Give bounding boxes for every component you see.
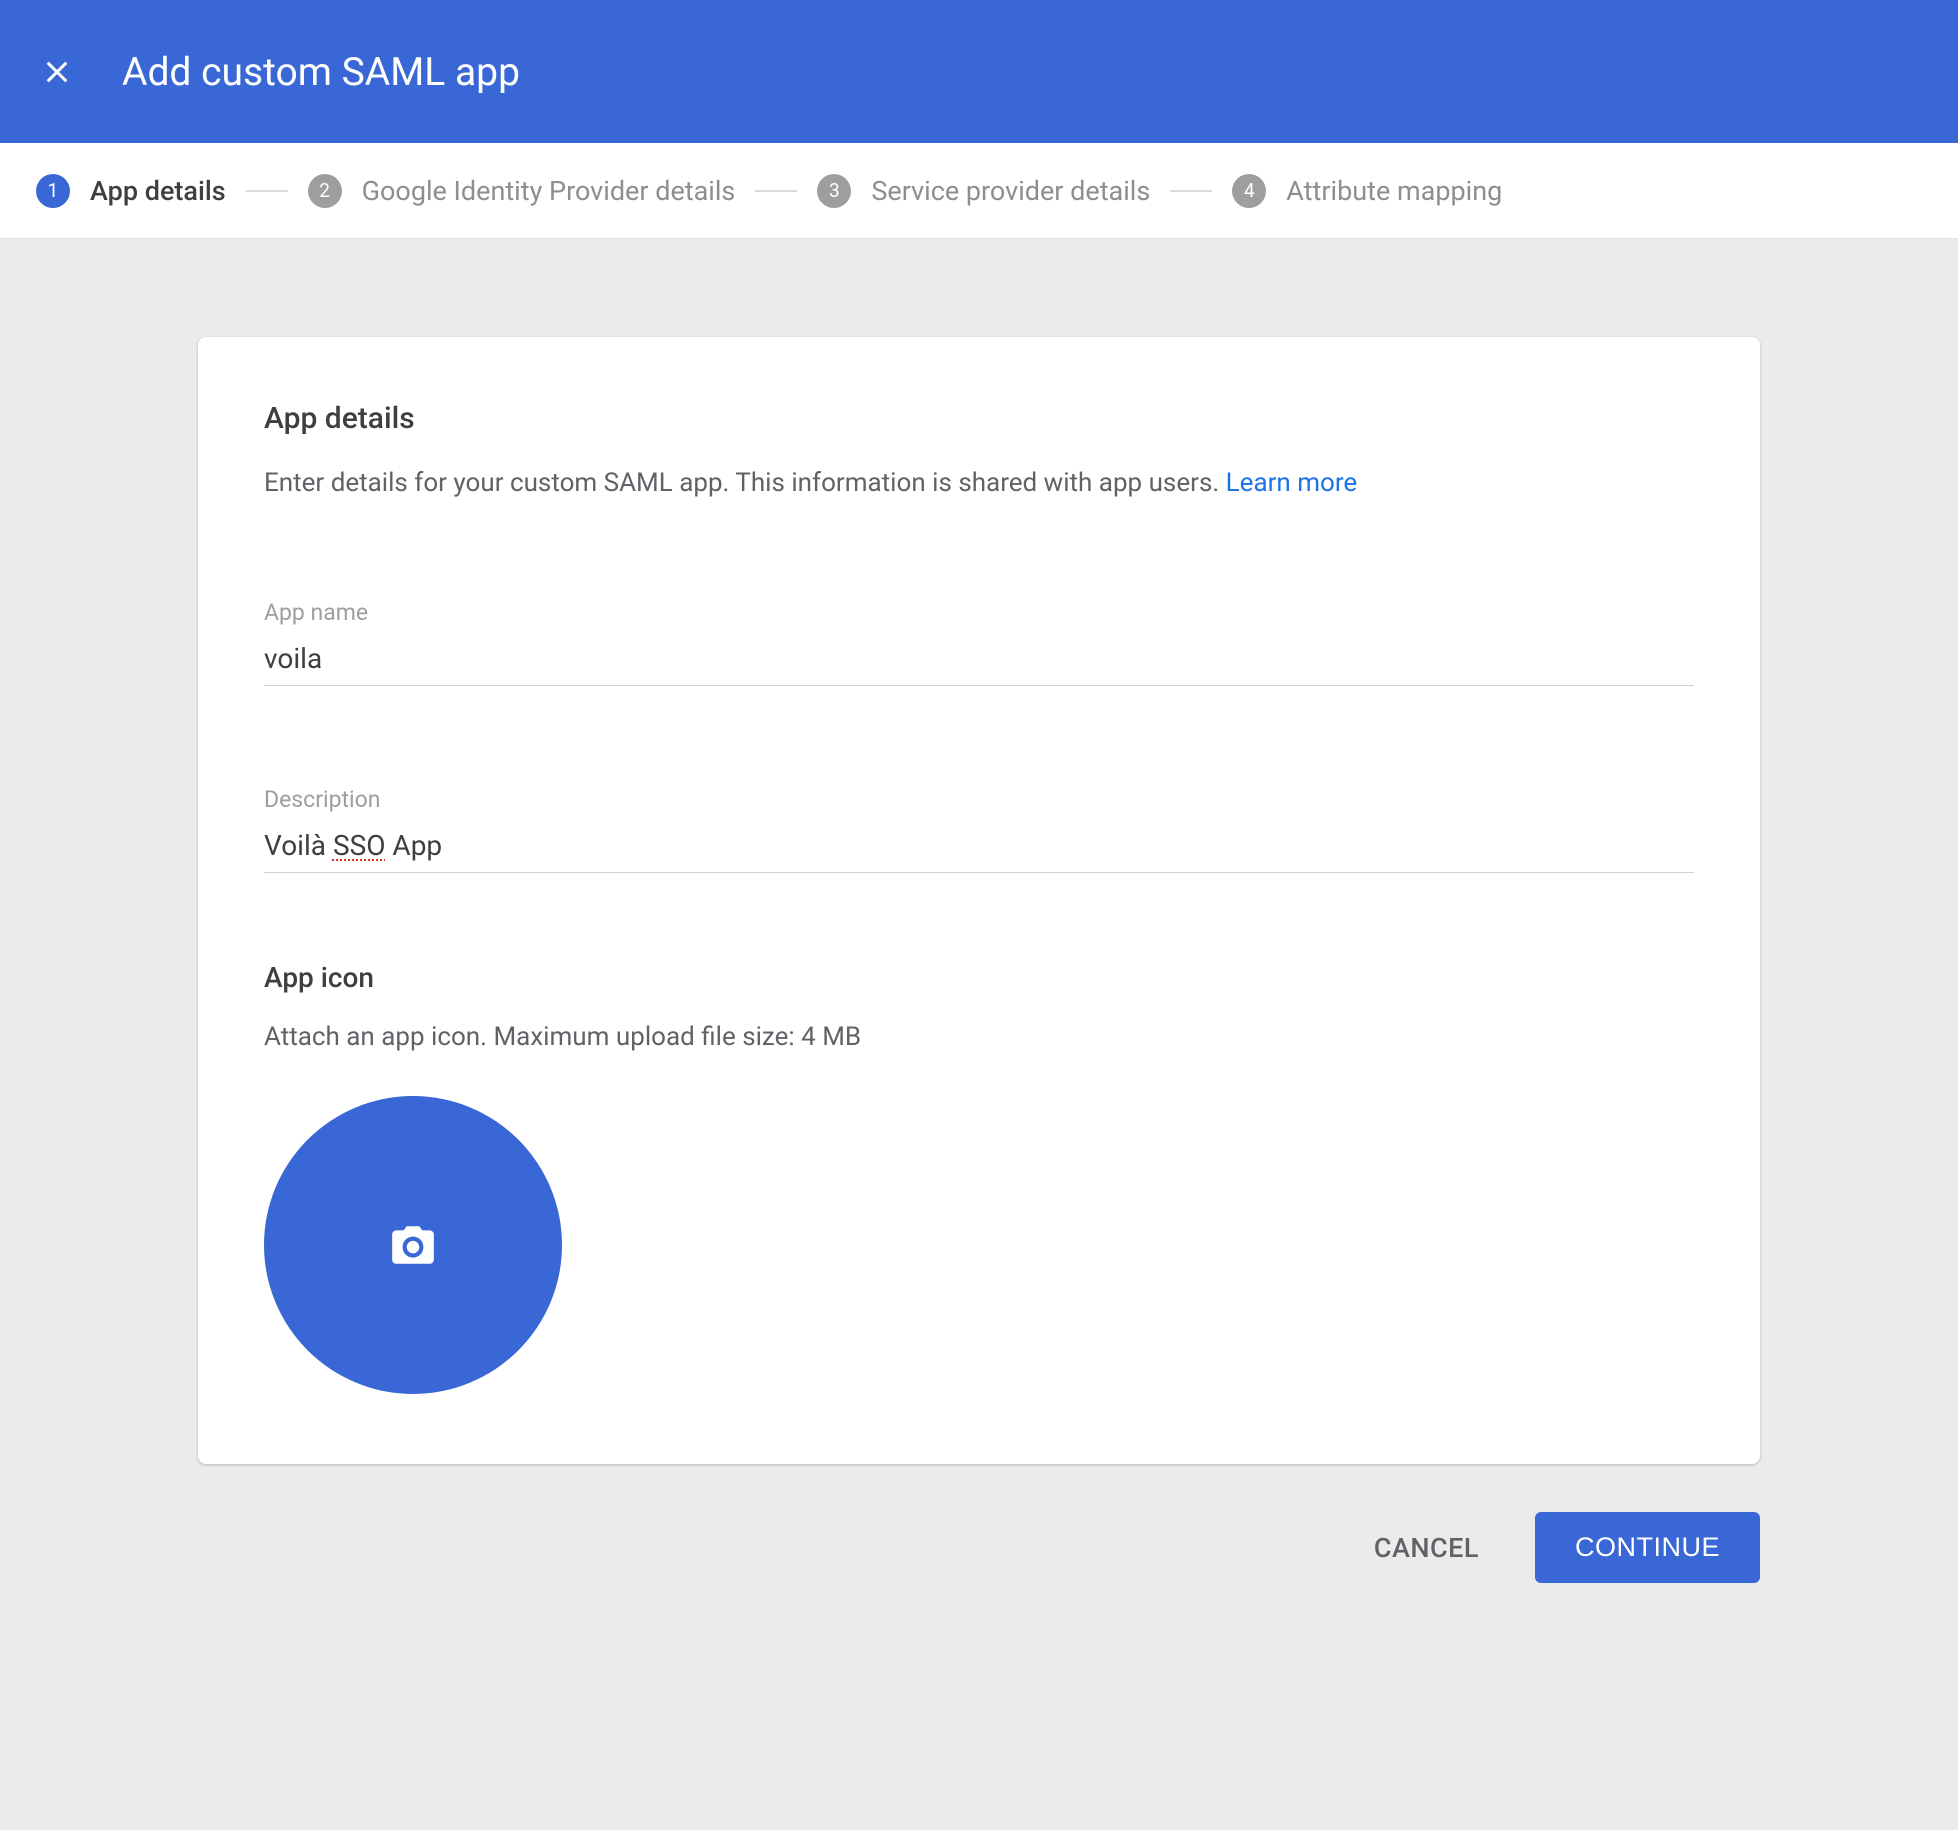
- learn-more-link[interactable]: Learn more: [1226, 468, 1358, 498]
- description-input[interactable]: Voilà SSO App: [264, 823, 1694, 873]
- close-icon: [41, 56, 73, 88]
- step-identity-provider[interactable]: 2 Google Identity Provider details: [308, 174, 736, 208]
- app-name-input[interactable]: [264, 636, 1694, 686]
- step-label: Attribute mapping: [1286, 175, 1502, 207]
- dialog-header: Add custom SAML app: [0, 0, 1958, 143]
- app-icon-title: App icon: [264, 961, 1694, 994]
- description-value-pre: Voilà: [264, 829, 333, 862]
- step-badge: 1: [36, 174, 70, 208]
- app-details-card: App details Enter details for your custo…: [198, 337, 1760, 1464]
- close-button[interactable]: [36, 51, 78, 93]
- stepper-bar: 1 App details 2 Google Identity Provider…: [0, 143, 1958, 239]
- step-service-provider[interactable]: 3 Service provider details: [817, 174, 1150, 208]
- step-label: App details: [90, 175, 226, 207]
- step-badge: 4: [1232, 174, 1266, 208]
- card-title: App details: [264, 401, 1694, 436]
- step-connector: [246, 190, 288, 192]
- app-icon-upload-button[interactable]: [264, 1096, 562, 1394]
- description-value-post: App: [385, 829, 442, 862]
- step-attribute-mapping[interactable]: 4 Attribute mapping: [1232, 174, 1502, 208]
- step-label: Service provider details: [871, 175, 1150, 207]
- app-name-field: App name: [264, 599, 1694, 686]
- dialog-footer: CANCEL CONTINUE: [198, 1512, 1760, 1583]
- description-label: Description: [264, 786, 1694, 813]
- card-description-text: Enter details for your custom SAML app. …: [264, 468, 1226, 498]
- app-name-label: App name: [264, 599, 1694, 626]
- step-app-details[interactable]: 1 App details: [36, 174, 226, 208]
- cancel-button[interactable]: CANCEL: [1366, 1518, 1487, 1578]
- dialog-title: Add custom SAML app: [122, 49, 520, 95]
- step-badge: 3: [817, 174, 851, 208]
- description-value-spell: SSO: [333, 829, 386, 862]
- step-label: Google Identity Provider details: [362, 175, 736, 207]
- app-icon-description: Attach an app icon. Maximum upload file …: [264, 1022, 1694, 1052]
- step-connector: [755, 190, 797, 192]
- camera-icon: [388, 1220, 438, 1270]
- step-badge: 2: [308, 174, 342, 208]
- description-field: Description Voilà SSO App: [264, 786, 1694, 873]
- step-connector: [1170, 190, 1212, 192]
- card-description: Enter details for your custom SAML app. …: [264, 464, 1694, 503]
- continue-button[interactable]: CONTINUE: [1535, 1512, 1760, 1583]
